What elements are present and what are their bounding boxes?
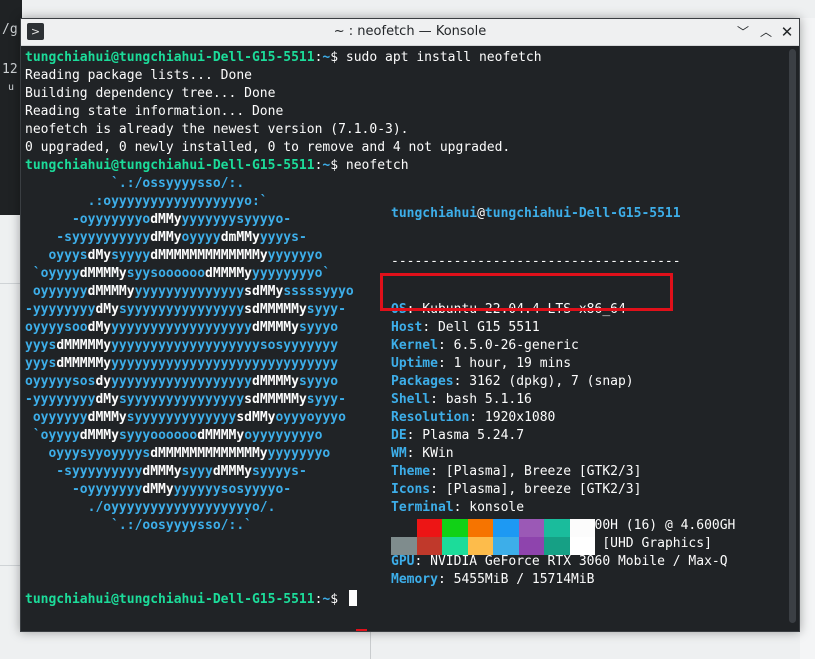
- title-bar[interactable]: > ~ : neofetch — Konsole ﹀ ︿ ✕: [21, 19, 799, 46]
- ascii-logo-line: -syyyyyyyyydMMMysyyydMMMysyyyys-: [25, 464, 307, 479]
- color-swatch: [569, 519, 595, 537]
- ascii-logo-line: oyyysyyoyyyysdMMMMMMMMMMMMMyyyyyyyyo: [25, 446, 331, 461]
- info-line-host: Host: Dell G15 5511: [391, 320, 540, 335]
- prompt-dollar: $: [330, 50, 346, 65]
- info-line-packages: Packages: 3162 (dpkg), 7 (snap): [391, 374, 634, 389]
- info-header-host: tungchiahui-Dell-G15-5511: [484, 206, 681, 221]
- output-line: neofetch is already the newest version (…: [25, 122, 409, 137]
- prompt-line: tungchiahui@tungchiahui-Dell-G15-5511:~$: [25, 590, 357, 608]
- close-button[interactable]: ✕: [777, 22, 797, 42]
- ascii-logo-line: -yyyyyyyydMysyyyyyyyyyyyyyyysdMMMMMysyyy…: [25, 392, 346, 407]
- color-swatch: [467, 537, 493, 555]
- ascii-logo-line: `.:/ossyyyysso/:.: [25, 176, 245, 191]
- info-line-de: DE: Plasma 5.24.7: [391, 428, 525, 443]
- output-line: Building dependency tree... Done: [25, 86, 276, 101]
- background-divider: [0, 283, 22, 284]
- window-title: ~ : neofetch — Konsole: [333, 24, 487, 39]
- output-line: Reading package lists... Done: [25, 68, 252, 83]
- color-swatch: [442, 537, 468, 555]
- color-swatch: [493, 519, 519, 537]
- color-palette: [391, 519, 595, 555]
- info-header-user: tungchiahui: [391, 206, 478, 221]
- ascii-logo-line: yyysdMMMMMyyyyyyyyyyyyyyyyyyyysosyyyyyyy: [25, 338, 339, 353]
- color-swatch: [518, 537, 544, 555]
- ascii-logo-line: -oyyyyyyydMMyyyyyyysosyyyyo-: [25, 482, 292, 497]
- info-header: tungchiahui@tungchiahui-Dell-G15-5511: [391, 205, 735, 223]
- ascii-logo-line: yyysdMMMMMyyyyyyyyyyyyyyyyyyyyyyyyyyyyyy: [25, 356, 339, 371]
- color-swatch: [467, 519, 493, 537]
- info-line-resolution: Resolution: 1920x1080: [391, 410, 556, 425]
- info-line-icons: Icons: [Plasma], breeze [GTK2/3]: [391, 482, 642, 497]
- info-line-kernel: Kernel: 6.5.0-26-generic: [391, 338, 579, 353]
- output-line: Reading state information... Done: [25, 104, 284, 119]
- color-swatch: [416, 537, 442, 555]
- ascii-logo-line: `.:/oosyyyysso/:.`: [25, 518, 252, 533]
- color-swatch: [544, 519, 570, 537]
- background-divider: [0, 565, 22, 566]
- background-divider: [370, 632, 371, 659]
- color-swatch: [391, 537, 417, 555]
- ascii-logo-line: `oyyyydMMMysyyyoooooodMMMMyoyyyyyyyyo: [25, 428, 323, 443]
- info-line-gpu: GPU: NVIDIA GeForce RTX 3060 Mobile / Ma…: [391, 554, 728, 569]
- scrollbar[interactable]: [789, 49, 796, 623]
- info-line-shell: Shell: bash 5.1.16: [391, 392, 532, 407]
- info-header-at: @: [477, 206, 485, 221]
- prompt-line: tungchiahui@tungchiahui-Dell-G15-5511:~$…: [25, 157, 409, 175]
- ascii-logo-line: -oyyyyyyyodMMyyyyyyyysyyyyo-: [25, 212, 292, 227]
- ascii-logo-line: ./oyyyyyyyyyyyyyyyyyyo/.: [25, 500, 276, 515]
- ascii-logo-line: .:oyyyyyyyyyyyyyyyyyo:`: [25, 194, 268, 209]
- color-swatch: [493, 537, 519, 555]
- prompt-user: tungchiahui@tungchiahui-Dell-G15-5511: [25, 158, 315, 173]
- ascii-logo-line: oyyyyyydMMMysyyyyyyyyyyyyysdMMyoyyyoyyyo: [25, 410, 346, 425]
- ascii-logo-line: oyyyyysosdyyyyyyyyyyyyyyyyyyydMMMMysyyyo: [25, 374, 339, 389]
- palette-row-normal: [391, 519, 595, 537]
- prompt-line: tungchiahui@tungchiahui-Dell-G15-5511:~$…: [25, 49, 542, 67]
- background-text: u: [8, 82, 15, 93]
- command-text: neofetch: [345, 158, 409, 173]
- ascii-logo-line: -syyyyyyyyyydMMyoyyyydmMMyyyyys-: [25, 230, 307, 245]
- prompt-dollar: $: [330, 158, 346, 173]
- ubuntu-ascii-logo: `.:/ossyyyysso/:. .:oyyyyyyyyyyyyyyyyyo:…: [25, 175, 354, 535]
- ascii-logo-line: oyyyyyydMMMMyyyyyyyyyyyyyyysdMMysssssyyy…: [25, 284, 354, 299]
- info-separator: -------------------------------------: [391, 254, 681, 269]
- ascii-logo-line: `oyyyydMMMMysyysoooooodMMMMyyyyyyyyyo`: [25, 266, 331, 281]
- info-line-uptime: Uptime: 1 hour, 19 mins: [391, 356, 572, 371]
- color-swatch: [442, 519, 468, 537]
- output-line: 0 upgraded, 0 newly installed, 0 to remo…: [25, 140, 511, 155]
- red-marker: [356, 629, 367, 631]
- color-swatch: [416, 519, 442, 537]
- prompt-dollar: $: [330, 592, 346, 607]
- color-swatch: [544, 537, 570, 555]
- color-swatch: [569, 537, 595, 555]
- ascii-logo-line: oyyyysoodMyyyyyyyyyyyyyyyyyyydMMMMysyyyo: [25, 320, 339, 335]
- info-line-memory: Memory: 5455MiB / 15714MiB: [391, 572, 595, 587]
- background-text: 12: [2, 62, 18, 77]
- color-swatch: [518, 519, 544, 537]
- background-panel: [800, 18, 815, 659]
- prompt-user: tungchiahui@tungchiahui-Dell-G15-5511: [25, 592, 315, 607]
- ascii-logo-line: -yyyyyyyydMysyyyyyyyyyyyyyyysdMMMMMysyyy…: [25, 302, 346, 317]
- konsole-window: > ~ : neofetch — Konsole ﹀ ︿ ✕ tungchiah…: [20, 18, 800, 632]
- packages-highlight-box: [380, 273, 673, 311]
- background-text: /g: [2, 22, 18, 37]
- prompt-user: tungchiahui@tungchiahui-Dell-G15-5511: [25, 50, 315, 65]
- info-line-wm: WM: KWin: [391, 446, 454, 461]
- palette-row-bright: [391, 537, 595, 555]
- info-line-terminal: Terminal: konsole: [391, 500, 525, 515]
- color-swatch: [391, 519, 417, 537]
- ascii-logo-line: oyyysdMysyyyydMMMMMMMMMMMMMyyyyyyyo: [25, 248, 323, 263]
- terminal-area[interactable]: tungchiahui@tungchiahui-Dell-G15-5511:~$…: [21, 45, 785, 631]
- maximize-button[interactable]: ︿: [756, 22, 776, 42]
- info-line-theme: Theme: [Plasma], Breeze [GTK2/3]: [391, 464, 642, 479]
- minimize-button[interactable]: ﹀: [733, 22, 753, 42]
- command-text: sudo apt install neofetch: [345, 50, 542, 65]
- text-cursor: [348, 590, 357, 606]
